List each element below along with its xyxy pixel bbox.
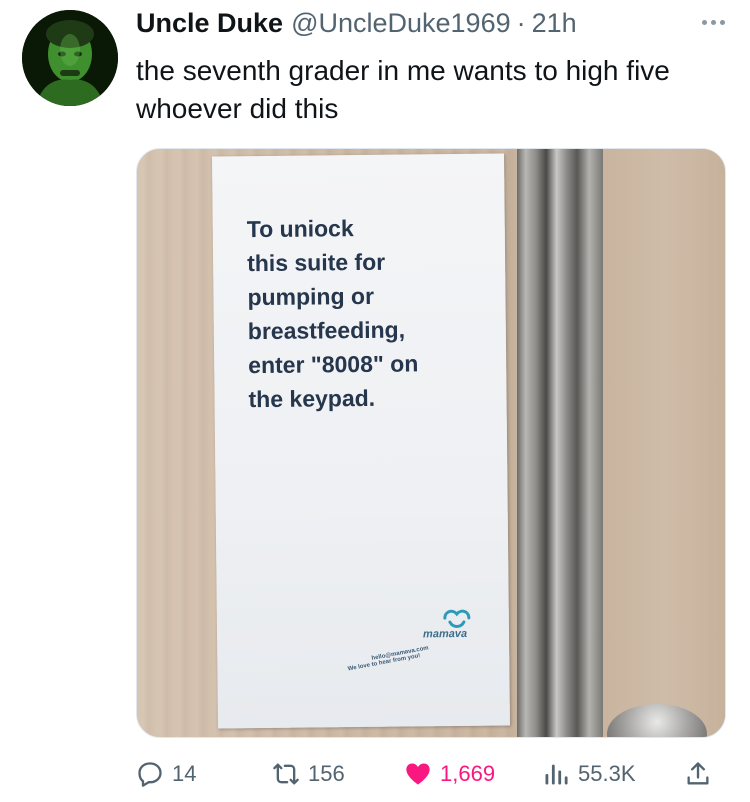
share-button[interactable] (684, 756, 720, 792)
heart-icon (406, 763, 430, 785)
like-count: 1,669 (440, 761, 496, 786)
reply-count: 14 (172, 761, 197, 786)
tweet-image[interactable]: To uniock this suite for pumping or brea… (136, 148, 726, 738)
user-handle[interactable]: @UncleDuke1969 (291, 8, 511, 39)
sign-text: To uniock this suite for pumping or brea… (246, 215, 419, 413)
like-button[interactable]: 1,669 (404, 756, 495, 792)
share-icon (687, 762, 709, 785)
mamava-logo-icon (443, 609, 471, 628)
tweet: Uncle Duke @UncleDuke1969 · 21h the seve… (0, 0, 750, 802)
tweet-text: the seventh grader in me wants to high f… (136, 55, 670, 124)
door-frame (517, 149, 603, 737)
door-sign: To uniock this suite for pumping or brea… (212, 153, 510, 729)
more-icon[interactable] (694, 12, 732, 32)
views-button[interactable]: 55.3K (542, 756, 636, 792)
reply-icon (138, 762, 162, 787)
display-name[interactable]: Uncle Duke (136, 8, 283, 39)
reply-button[interactable]: 14 (136, 756, 196, 792)
header-separator: · (516, 8, 526, 38)
tweet-header: Uncle Duke @UncleDuke1969 · 21h (136, 8, 577, 44)
retweet-button[interactable]: 156 (272, 756, 345, 792)
retweet-count: 156 (308, 761, 345, 786)
timestamp[interactable]: 21h (532, 8, 577, 39)
tweet-actions: 14 156 1,669 55.3K (136, 756, 726, 792)
views-icon (545, 764, 568, 785)
door-panel (603, 149, 725, 737)
brand-name: mamava (422, 627, 468, 641)
avatar[interactable] (22, 10, 118, 106)
views-count: 55.3K (578, 761, 636, 786)
retweet-icon (273, 763, 299, 785)
